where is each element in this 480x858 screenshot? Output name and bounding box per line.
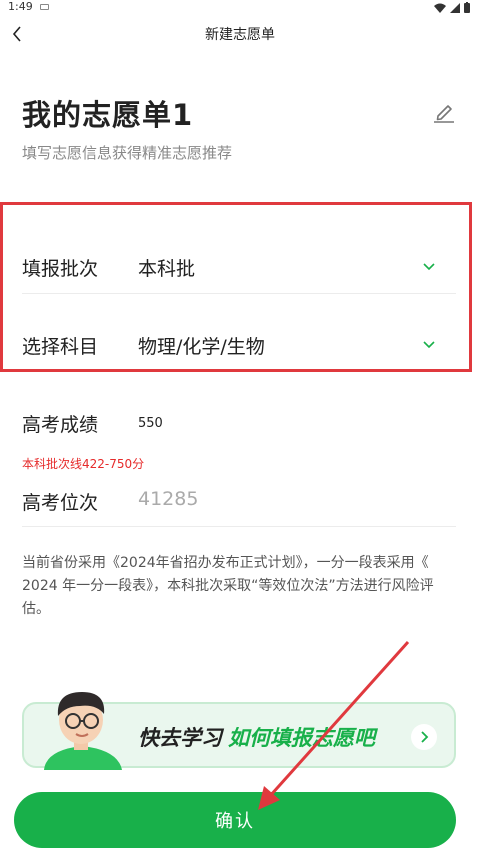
rank-label: 高考位次	[22, 492, 99, 514]
pencil-icon	[434, 105, 454, 123]
wifi-icon	[434, 3, 446, 13]
status-bar: 1:49	[0, 0, 480, 14]
notification-icon	[40, 4, 49, 10]
banner-text-highlight: 如何填报志愿吧	[228, 726, 375, 750]
annotation-highlight-box	[0, 202, 472, 372]
edit-title-button[interactable]	[430, 97, 458, 125]
banner-text-primary: 快去学习	[138, 726, 222, 750]
nav-title: 新建志愿单	[205, 27, 275, 43]
signal-icon	[450, 2, 460, 13]
banner-arrow-button[interactable]	[411, 724, 437, 750]
page-subtitle: 填写志愿信息获得精准志愿推荐	[22, 144, 233, 162]
score-input[interactable]: 550	[138, 416, 163, 431]
status-icons	[434, 2, 470, 13]
rank-input[interactable]: 41285	[138, 488, 198, 510]
score-range-hint: 本科批次线422-750分	[22, 457, 145, 471]
page-title: 我的志愿单1	[22, 98, 194, 132]
status-time: 1:49	[8, 0, 33, 13]
score-label: 高考成绩	[22, 414, 99, 436]
row-divider	[22, 526, 456, 527]
chevron-right-icon	[421, 731, 429, 743]
avatar-illustration	[44, 692, 122, 770]
battery-icon	[464, 2, 470, 13]
policy-notice: 当前省份采用《2024年省招办发布正式计划》，一分一段表采用《 2024 年一分…	[22, 555, 434, 617]
top-nav-bar: 新建志愿单	[0, 18, 480, 50]
confirm-button[interactable]: 确认	[14, 792, 456, 848]
